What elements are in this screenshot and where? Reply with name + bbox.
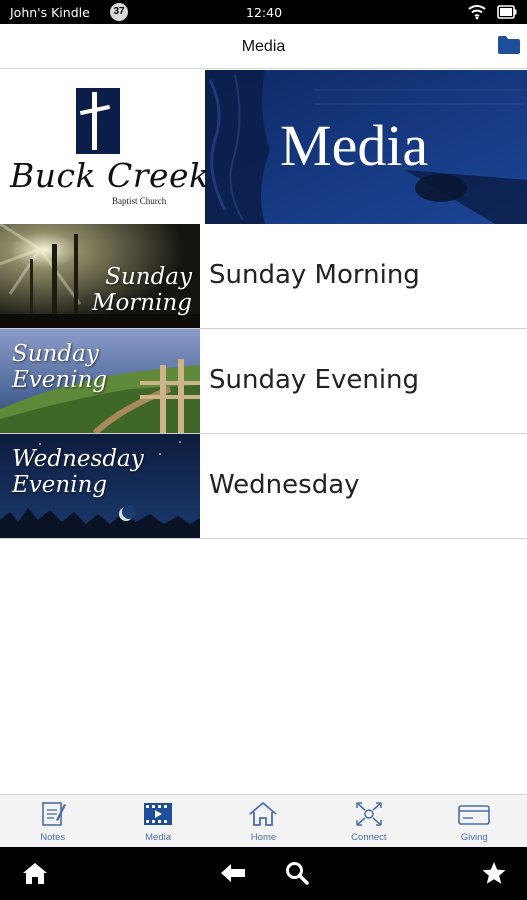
media-icon [143,800,173,833]
sunday-evening-thumb-title: Sunday Evening [12,341,107,393]
home-icon[interactable] [22,861,48,890]
thumb-title-line1: Wednesday [12,446,144,472]
media-banner: Buck Creek Baptist Church Media [0,70,527,224]
media-item-label: Wednesday [209,470,360,500]
system-nav-bar [0,847,527,900]
tab-media[interactable]: Media [105,795,210,848]
banner-title: Media [280,113,429,178]
tab-label: Notes [40,832,66,843]
wednesday-evening-thumb-title: Wednesday Evening [12,446,144,498]
church-subtitle: Baptist Church [112,196,167,206]
church-name: Buck Creek [10,156,210,195]
clock: 12:40 [246,5,283,20]
tab-label: Connect [351,832,387,843]
church-logo-icon [76,88,120,154]
wednesday-evening-thumbnail: Wednesday Evening [0,434,200,538]
search-icon[interactable] [285,861,309,890]
media-item-sunday-morning[interactable]: Sunday Morning Sunday Morning [0,224,527,329]
media-item-label: Sunday Morning [209,260,420,290]
thumb-title-line1: Sunday [105,264,192,290]
notification-badge: 37 [110,3,128,21]
home-icon [248,800,278,833]
tab-label: Home [250,832,277,843]
bottom-tab-bar: Notes Media Home Connect Giving [0,794,527,847]
notes-icon [40,800,66,833]
media-item-wednesday[interactable]: Wednesday Evening Wednesday [0,434,527,539]
tab-home[interactable]: Home [211,795,316,848]
folder-icon[interactable] [497,35,521,60]
device-name: John's Kindle [10,5,90,20]
media-item-label: Sunday Evening [209,365,420,395]
tab-label: Giving [460,832,488,843]
sunday-morning-thumbnail: Sunday Morning [0,224,200,328]
church-logo-panel: Buck Creek Baptist Church [0,70,209,224]
thumb-title-line2: Evening [12,472,108,498]
media-list: Sunday Morning Sunday Morning Sunday Eve… [0,224,527,539]
tab-label: Media [145,832,172,843]
tab-giving[interactable]: Giving [422,795,527,848]
app-header: Media [0,24,527,69]
star-icon[interactable] [481,861,507,890]
connect-icon [354,800,384,833]
media-item-sunday-evening[interactable]: Sunday Evening Sunday Evening [0,329,527,434]
thumb-title-line2: Evening [12,367,108,393]
status-bar: John's Kindle 37 12:40 [0,0,527,24]
thumb-title-line1: Sunday [12,341,99,367]
tab-connect[interactable]: Connect [316,795,421,848]
sunday-morning-thumb-title: Sunday Morning [92,264,192,316]
giving-icon [457,800,491,833]
sunday-evening-thumbnail: Sunday Evening [0,329,200,433]
battery-icon [497,5,517,22]
back-arrow-icon[interactable] [220,861,246,890]
wifi-icon [468,4,486,23]
tab-notes[interactable]: Notes [0,795,105,848]
page-title: Media [241,38,286,55]
thumb-title-line2: Morning [91,290,192,316]
